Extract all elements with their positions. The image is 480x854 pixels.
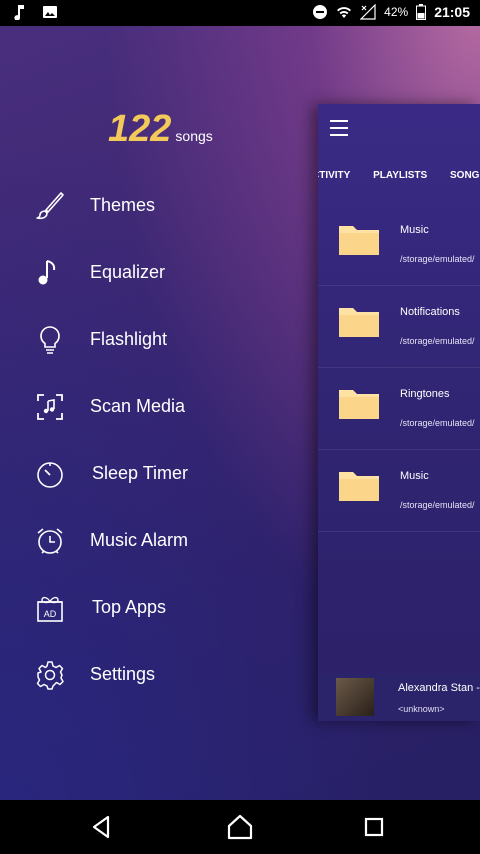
tab-activity[interactable]: CTIVITY [318, 170, 350, 181]
alarm-icon [37, 528, 63, 554]
menu-item-music-alarm[interactable]: Music Alarm [0, 505, 300, 572]
background-app-panel[interactable]: CTIVITY PLAYLISTS SONG Music /storage/em… [318, 104, 480, 721]
folder-icon [339, 226, 379, 255]
hamburger-menu-icon[interactable] [330, 120, 348, 141]
clock: 21:05 [434, 4, 470, 20]
folder-name: Music [400, 470, 429, 482]
gear-icon [36, 661, 64, 690]
folder-icon [339, 390, 379, 419]
menu-item-flashlight[interactable]: Flashlight [0, 304, 300, 371]
menu-item-scan-media[interactable]: Scan Media [0, 371, 300, 438]
recents-icon[interactable] [360, 813, 388, 841]
menu-item-equalizer[interactable]: Equalizer [0, 237, 300, 304]
folder-icon [339, 472, 379, 501]
folder-path: /storage/emulated/ [400, 254, 475, 264]
tab-songs[interactable]: SONG [450, 170, 479, 181]
battery-icon [416, 4, 427, 20]
now-playing-title: Alexandra Stan - [398, 682, 480, 694]
folder-name: Ringtones [400, 388, 450, 400]
now-playing-artist: <unknown> [398, 704, 445, 714]
lightbulb-icon [40, 326, 60, 354]
menu-label: Themes [90, 195, 156, 215]
scan-icon [37, 394, 63, 420]
folder-icon [339, 308, 379, 337]
menu-item-sleep-timer[interactable]: Sleep Timer [0, 438, 300, 505]
menu-item-top-apps[interactable]: AD Top Apps [0, 572, 300, 639]
list-item[interactable]: Music /storage/emulated/ [318, 450, 480, 532]
timer-icon [37, 462, 63, 488]
list-item[interactable]: Music /storage/emulated/ [318, 204, 480, 286]
svg-text:AD: AD [44, 609, 57, 619]
status-bar: 42% 21:05 [0, 0, 480, 26]
list-item[interactable]: Ringtones /storage/emulated/ [318, 368, 480, 450]
drawer-menu: Themes Equalizer Flashlight Scan Media S… [0, 170, 300, 706]
song-count: 122 songs [108, 108, 213, 151]
folder-path: /storage/emulated/ [400, 336, 475, 346]
song-count-label: songs [175, 128, 213, 144]
album-art [336, 678, 374, 716]
menu-label: Music Alarm [90, 530, 189, 550]
home-icon[interactable] [226, 813, 254, 841]
folder-list: Music /storage/emulated/ Notifications /… [318, 204, 480, 532]
brush-icon [36, 192, 64, 220]
folder-name: Notifications [400, 306, 460, 318]
music-note-icon [38, 260, 56, 285]
back-icon[interactable] [88, 813, 116, 841]
folder-path: /storage/emulated/ [400, 500, 475, 510]
wifi-icon [337, 7, 352, 18]
menu-label: Sleep Timer [92, 463, 189, 483]
folder-path: /storage/emulated/ [400, 418, 475, 428]
folder-name: Music [400, 224, 429, 236]
mini-player[interactable]: Alexandra Stan - <unknown> [318, 674, 480, 721]
menu-item-themes[interactable]: Themes [0, 170, 300, 237]
battery-percent: 42% [384, 5, 409, 19]
menu-label: Equalizer [90, 262, 166, 282]
song-count-number: 122 [108, 108, 172, 150]
signal-icon [360, 4, 376, 20]
tab-bar: CTIVITY PLAYLISTS SONG [318, 170, 480, 181]
image-icon [43, 6, 57, 18]
list-item[interactable]: Notifications /storage/emulated/ [318, 286, 480, 368]
menu-item-settings[interactable]: Settings [0, 639, 300, 706]
menu-label: Flashlight [90, 329, 168, 349]
music-note-icon [14, 5, 24, 20]
dnd-icon [313, 5, 328, 19]
tab-playlists[interactable]: PLAYLISTS [373, 170, 427, 181]
navigation-bar [0, 800, 480, 854]
menu-label: Scan Media [90, 396, 186, 416]
menu-label: Settings [90, 664, 156, 684]
menu-label: Top Apps [92, 597, 167, 617]
ad-gift-icon: AD [37, 596, 63, 622]
